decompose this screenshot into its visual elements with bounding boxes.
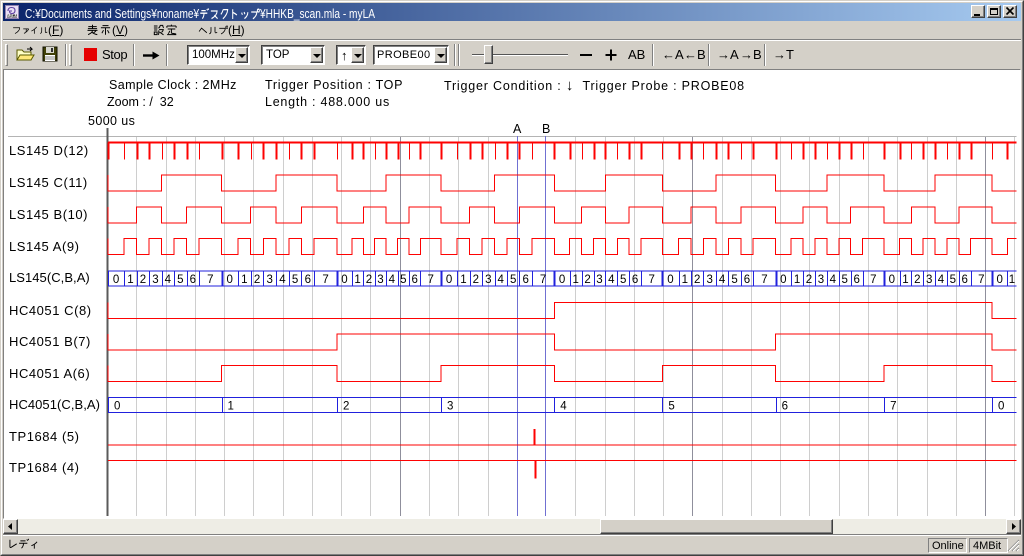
svg-text:MyLA: MyLA [7,14,17,18]
